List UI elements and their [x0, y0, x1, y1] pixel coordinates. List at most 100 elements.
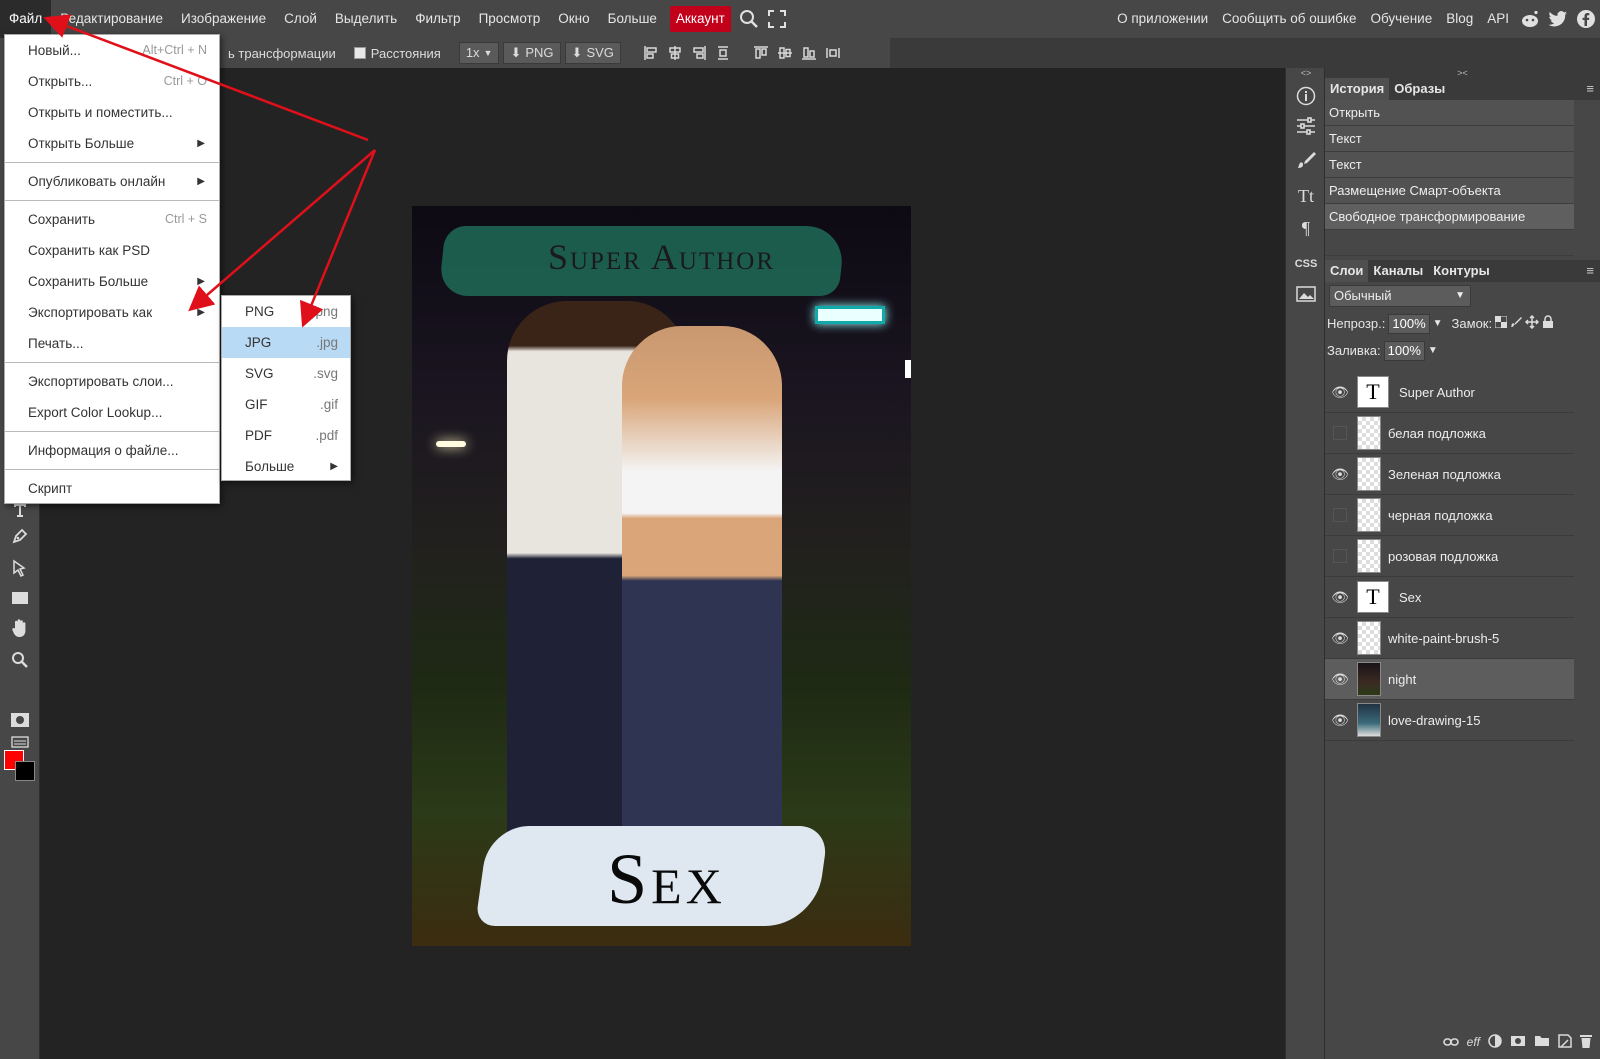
- layer-row[interactable]: 👁 T Super Author: [1325, 372, 1574, 413]
- hand-tool-icon[interactable]: [8, 616, 32, 640]
- fill-dropdown-icon[interactable]: ▼: [1428, 345, 1438, 356]
- history-row[interactable]: Размещение Смарт-объекта: [1325, 178, 1574, 204]
- export-jpg[interactable]: JPG .jpg: [222, 327, 350, 358]
- background-color-swatch[interactable]: [15, 761, 35, 781]
- menu-item-save-as-psd[interactable]: Сохранить как PSD: [5, 235, 219, 266]
- opacity-input[interactable]: 100%: [1388, 313, 1430, 334]
- twitter-icon[interactable]: [1544, 0, 1572, 38]
- eye-icon[interactable]: 👁: [1325, 384, 1355, 401]
- menu-api[interactable]: API: [1480, 0, 1516, 38]
- link-icon[interactable]: [1442, 1034, 1459, 1050]
- menu-report-bug[interactable]: Сообщить об ошибке: [1215, 0, 1363, 38]
- layer-row[interactable]: 👁 white-paint-brush-5: [1325, 618, 1574, 659]
- transform-handle[interactable]: [905, 360, 911, 378]
- collapse-panel-icon[interactable]: ><: [1325, 68, 1600, 78]
- tab-snapshots[interactable]: Образы: [1389, 78, 1450, 100]
- blend-mode-select[interactable]: Обычный ▼: [1329, 285, 1471, 307]
- layer-row[interactable]: белая подложка: [1325, 413, 1574, 454]
- lock-brush-icon[interactable]: [1510, 316, 1523, 331]
- menu-item-open[interactable]: Открыть... Ctrl + O: [5, 66, 219, 97]
- menu-more[interactable]: Больше: [599, 0, 666, 38]
- export-gif[interactable]: GIF .gif: [222, 389, 350, 420]
- brush-settings-icon[interactable]: [1294, 148, 1318, 172]
- align-left-icon[interactable]: [639, 42, 663, 64]
- menu-item-save[interactable]: Сохранить Ctrl + S: [5, 204, 219, 235]
- distances-checkbox[interactable]: [353, 47, 366, 59]
- menu-item-export-as[interactable]: Экспортировать как ▶: [5, 297, 219, 328]
- layer-row[interactable]: черная подложка: [1325, 495, 1574, 536]
- search-icon[interactable]: [735, 0, 763, 38]
- scale-select[interactable]: 1x ▼: [458, 42, 500, 64]
- export-svg[interactable]: SVG .svg: [222, 358, 350, 389]
- facebook-icon[interactable]: [1572, 0, 1600, 38]
- menu-item-save-more[interactable]: Сохранить Больше ▶: [5, 266, 219, 297]
- export-png-button[interactable]: ⬇ PNG: [503, 42, 561, 64]
- lock-move-icon[interactable]: [1525, 314, 1540, 332]
- new-layer-icon[interactable]: [1558, 1033, 1572, 1051]
- menu-blog[interactable]: Blog: [1439, 0, 1480, 38]
- zoom-tool-icon[interactable]: [8, 648, 32, 672]
- rectangle-tool-icon[interactable]: [8, 586, 32, 610]
- account-button[interactable]: Аккаунт: [669, 6, 731, 32]
- visibility-toggle[interactable]: [1333, 426, 1347, 440]
- history-row[interactable]: Открыть: [1325, 100, 1574, 126]
- menu-item-export-color-lookup[interactable]: Export Color Lookup...: [5, 397, 219, 428]
- layer-row[interactable]: 👁 love-drawing-15: [1325, 700, 1574, 741]
- menu-item-publish-online[interactable]: Опубликовать онлайн ▶: [5, 166, 219, 197]
- visibility-toggle[interactable]: [1333, 508, 1347, 522]
- lock-all-icon[interactable]: [1542, 315, 1554, 332]
- opacity-dropdown-icon[interactable]: ▼: [1433, 318, 1443, 329]
- export-svg-button[interactable]: ⬇ SVG: [564, 42, 621, 64]
- menu-item-file-info[interactable]: Информация о файле...: [5, 435, 219, 466]
- collapse-arrows-icon[interactable]: <>: [1286, 68, 1326, 78]
- layer-row-selected[interactable]: 👁 night: [1325, 659, 1574, 700]
- menu-view[interactable]: Просмотр: [470, 0, 550, 38]
- document-canvas[interactable]: Super Author Sex: [412, 206, 911, 946]
- adjustment-layer-icon[interactable]: [1488, 1033, 1502, 1051]
- screen-mode-icon[interactable]: [8, 730, 32, 754]
- menu-file[interactable]: Файл: [0, 0, 52, 38]
- paragraph-icon[interactable]: ¶: [1294, 216, 1318, 240]
- css-icon[interactable]: CSS: [1294, 252, 1318, 276]
- effects-icon[interactable]: eff: [1467, 1035, 1480, 1049]
- history-row[interactable]: Текст: [1325, 126, 1574, 152]
- layer-row[interactable]: 👁 T Sex: [1325, 577, 1574, 618]
- align-middle-icon[interactable]: [773, 42, 797, 64]
- eye-icon[interactable]: 👁: [1325, 671, 1355, 688]
- menu-window[interactable]: Окно: [549, 0, 598, 38]
- distribute-horizontal-icon[interactable]: [821, 42, 845, 64]
- align-right-icon[interactable]: [687, 42, 711, 64]
- menu-item-open-more[interactable]: Открыть Больше ▶: [5, 128, 219, 159]
- path-select-tool-icon[interactable]: [8, 556, 32, 580]
- character-icon[interactable]: Tt: [1294, 184, 1318, 208]
- menu-item-script[interactable]: Скрипт: [5, 473, 219, 504]
- menu-image[interactable]: Изображение: [172, 0, 275, 38]
- tab-paths[interactable]: Контуры: [1428, 260, 1495, 282]
- history-row[interactable]: Свободное трансформирование: [1325, 204, 1574, 230]
- menu-about[interactable]: О приложении: [1110, 0, 1215, 38]
- adjustments-icon[interactable]: [1294, 114, 1318, 138]
- menu-item-new[interactable]: Новый... Alt+Ctrl + N: [5, 35, 219, 66]
- history-row[interactable]: Текст: [1325, 152, 1574, 178]
- history-menu-icon[interactable]: ≡: [1586, 78, 1594, 100]
- export-more[interactable]: Больше ▶: [222, 451, 350, 482]
- quick-mask-icon[interactable]: [8, 708, 32, 732]
- align-bottom-icon[interactable]: [797, 42, 821, 64]
- layer-row[interactable]: 👁 Зеленая подложка: [1325, 454, 1574, 495]
- folder-icon[interactable]: [1534, 1034, 1550, 1050]
- eye-icon[interactable]: 👁: [1325, 712, 1355, 729]
- fill-input[interactable]: 100%: [1383, 340, 1425, 361]
- visibility-toggle[interactable]: [1333, 549, 1347, 563]
- fullscreen-icon[interactable]: [763, 0, 791, 38]
- tab-history[interactable]: История: [1325, 78, 1390, 100]
- export-pdf[interactable]: PDF .pdf: [222, 420, 350, 451]
- reddit-icon[interactable]: [1516, 0, 1544, 38]
- menu-filter[interactable]: Фильтр: [406, 0, 469, 38]
- eye-icon[interactable]: 👁: [1325, 589, 1355, 606]
- pen-tool-icon[interactable]: [8, 524, 32, 548]
- image-icon[interactable]: [1294, 282, 1318, 306]
- info-icon[interactable]: [1294, 84, 1318, 108]
- menu-learn[interactable]: Обучение: [1363, 0, 1439, 38]
- tab-layers[interactable]: Слои: [1325, 260, 1369, 282]
- layers-menu-icon[interactable]: ≡: [1586, 260, 1594, 282]
